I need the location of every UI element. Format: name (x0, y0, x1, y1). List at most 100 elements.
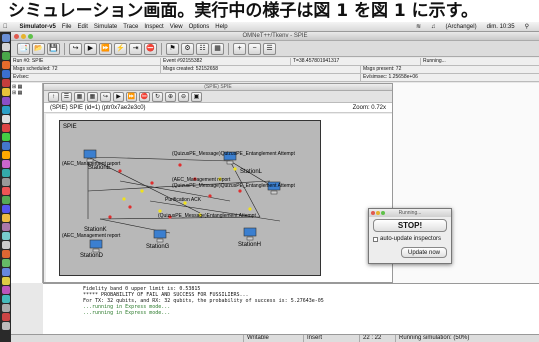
labels-button[interactable]: ▣ (191, 91, 202, 102)
network-canvas[interactable]: SPIE StationE StationL StationD StationG… (46, 114, 392, 282)
finish-button[interactable]: ⚑ (166, 42, 179, 55)
minimize-window-button[interactable] (21, 34, 26, 39)
dock-app-icon[interactable] (1, 88, 10, 96)
zoom-dialog-button[interactable] (381, 211, 385, 215)
dock-app-icon[interactable] (1, 115, 10, 123)
zoom-in-icon[interactable]: ⊕ (165, 91, 176, 102)
computer-node-icon[interactable] (88, 239, 104, 253)
zoom-out-button[interactable]: − (248, 42, 261, 55)
dock-app-icon[interactable] (1, 214, 10, 222)
object-tree[interactable]: ⊞ ▦ ⊞ ▦ (11, 83, 43, 283)
stop-simulation-button[interactable]: STOP! (373, 219, 447, 232)
checkbox-icon[interactable] (373, 236, 378, 242)
stop-button[interactable]: ⛔ (144, 42, 157, 55)
save-button[interactable]: 💾 (47, 42, 60, 55)
update-now-button[interactable]: Update now (401, 247, 447, 258)
wifi-icon[interactable]: ≋ (416, 23, 421, 30)
dock-app-icon[interactable] (1, 250, 10, 258)
event-label: Event #92155382 (161, 58, 291, 65)
dock-app-icon[interactable] (1, 61, 10, 69)
menu-app-name[interactable]: Simulator-v5 (20, 24, 56, 30)
dock-app-icon[interactable] (1, 34, 10, 42)
dock-app-icon[interactable] (1, 259, 10, 267)
computer-node-icon[interactable] (242, 227, 258, 241)
message-label: (AEC_Management report (62, 233, 121, 239)
stop-inspector-button[interactable]: ⛔ (139, 91, 150, 102)
minimize-dialog-button[interactable] (376, 211, 380, 215)
user-name[interactable]: (Archangel) (446, 24, 477, 30)
step-inspector-button[interactable]: ↪ (100, 91, 111, 102)
computer-node-icon[interactable] (152, 229, 168, 243)
tree-button[interactable]: ☷ (196, 42, 209, 55)
menu-trace[interactable]: Trace (123, 24, 138, 30)
apple-icon[interactable]:  (3, 24, 8, 30)
dock-app-icon[interactable] (1, 232, 10, 240)
auto-update-checkbox[interactable]: auto-update inspectors (373, 236, 441, 242)
menu-edit[interactable]: Edit (78, 24, 88, 30)
step-button[interactable]: ↪ (69, 42, 82, 55)
status-row-3: Ev/sec: Ev/simsec: 1.25658e+06 (11, 74, 539, 82)
dock-app-icon[interactable] (1, 70, 10, 78)
zoom-level: Zoom: 0.72x (352, 104, 386, 111)
tree-item[interactable]: ⊞ ▦ (12, 90, 41, 96)
timeline-button[interactable]: ▦ (211, 42, 224, 55)
dock-app-icon[interactable] (1, 43, 10, 51)
menu-inspect[interactable]: Inspect (144, 24, 163, 30)
dock-app-icon[interactable] (1, 160, 10, 168)
new-run-button[interactable]: 📑 (17, 42, 30, 55)
dock-app-icon[interactable] (1, 196, 10, 204)
dock-app-icon[interactable] (1, 223, 10, 231)
spotlight-icon[interactable]: ⚲ (525, 23, 529, 30)
refresh-button[interactable]: ↻ (152, 91, 163, 102)
dock-app-icon[interactable] (1, 241, 10, 249)
fast-inspector-button[interactable]: ⏩ (126, 91, 137, 102)
express-run-button[interactable]: ⚡ (114, 42, 127, 55)
dock-app-icon[interactable] (1, 313, 10, 321)
layout-button[interactable]: ▦ (74, 91, 85, 102)
parent-module-button[interactable]: ↑ (48, 91, 59, 102)
zoom-out-icon[interactable]: ⊖ (178, 91, 189, 102)
dock-app-icon[interactable] (1, 286, 10, 294)
inspector-button[interactable]: ☰ (61, 91, 72, 102)
close-dialog-button[interactable] (371, 211, 375, 215)
main-toolbar: 📑 📂 💾 ↪ ▶ ⏩ ⚡ ⇥ ⛔ ⚑ ⚙ ☷ ▦ + − ☰ (11, 41, 539, 57)
menu-options[interactable]: Options (189, 24, 210, 30)
dock-app-icon[interactable] (1, 97, 10, 105)
zoom-window-button[interactable] (28, 34, 33, 39)
console-output[interactable]: Fidelity band 0 upper limit is: 0.53815 *… (43, 283, 539, 334)
dock-app-icon[interactable] (1, 304, 10, 312)
menu-simulate[interactable]: Simulate (94, 24, 117, 30)
options-button[interactable]: ☰ (263, 42, 276, 55)
dock-app-icon[interactable] (1, 178, 10, 186)
menu-file[interactable]: File (62, 24, 72, 30)
dock-app-icon[interactable] (1, 151, 10, 159)
dock-app-icon[interactable] (1, 187, 10, 195)
clock[interactable]: dim. 10:35 (487, 24, 515, 30)
cursor-position: 22 : 22 (359, 335, 395, 342)
menu-help[interactable]: Help (215, 24, 227, 30)
fast-run-button[interactable]: ⏩ (99, 42, 112, 55)
dock-app-icon[interactable] (1, 106, 10, 114)
dock-app-icon[interactable] (1, 277, 10, 285)
dock-app-icon[interactable] (1, 52, 10, 60)
close-window-button[interactable] (14, 34, 19, 39)
run-inspector-button[interactable]: ▶ (113, 91, 124, 102)
run-button[interactable]: ▶ (84, 42, 97, 55)
dock-app-icon[interactable] (1, 169, 10, 177)
relayout-button[interactable]: ▦ (87, 91, 98, 102)
trash-icon[interactable] (1, 322, 10, 330)
dock-app-icon[interactable] (1, 205, 10, 213)
running-dialog-titlebar: Running... (369, 209, 451, 217)
dock-app-icon[interactable] (1, 142, 10, 150)
load-button[interactable]: 📂 (32, 42, 45, 55)
dock-app-icon[interactable] (1, 79, 10, 87)
menu-view[interactable]: View (170, 24, 183, 30)
dock-app-icon[interactable] (1, 295, 10, 303)
dock-app-icon[interactable] (1, 133, 10, 141)
volume-icon[interactable]: ♫ (431, 24, 436, 30)
run-until-button[interactable]: ⇥ (129, 42, 142, 55)
zoom-in-button[interactable]: + (233, 42, 246, 55)
dock-app-icon[interactable] (1, 124, 10, 132)
network-inspect-button[interactable]: ⚙ (181, 42, 194, 55)
dock-app-icon[interactable] (1, 268, 10, 276)
